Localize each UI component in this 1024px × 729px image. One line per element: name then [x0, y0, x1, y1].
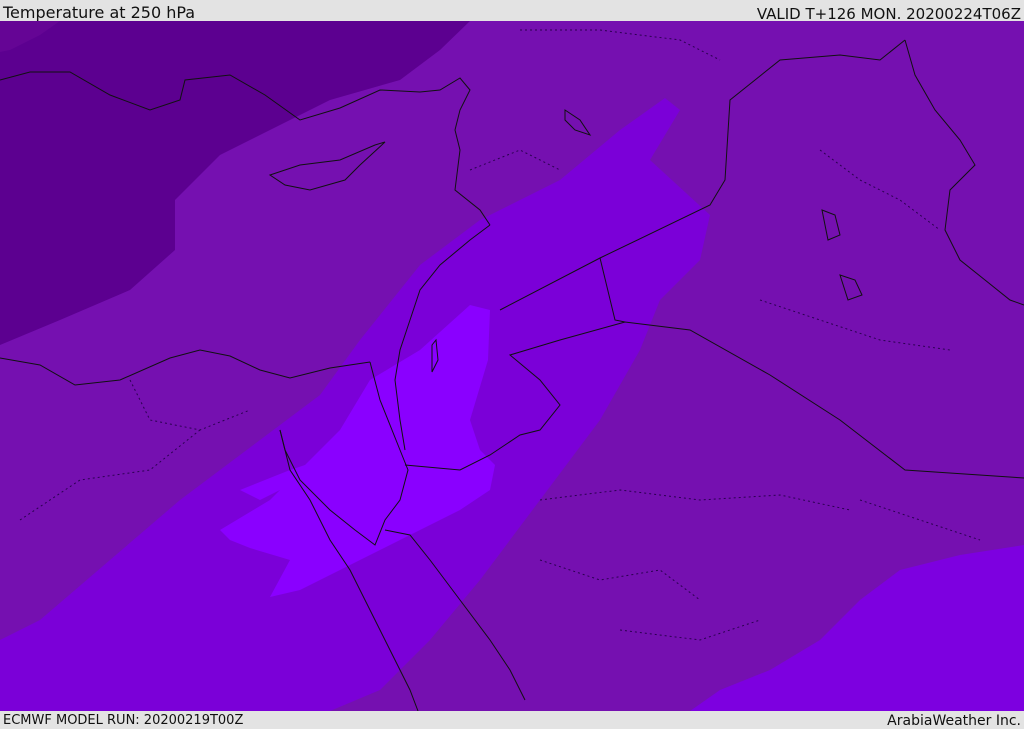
model-run: ECMWF MODEL RUN: 20200219T00Z [3, 713, 244, 728]
weather-map[interactable] [0, 21, 1024, 711]
credit-text: ArabiaWeather Inc. [887, 713, 1021, 729]
map-title: Temperature at 250 hPa [3, 3, 196, 22]
